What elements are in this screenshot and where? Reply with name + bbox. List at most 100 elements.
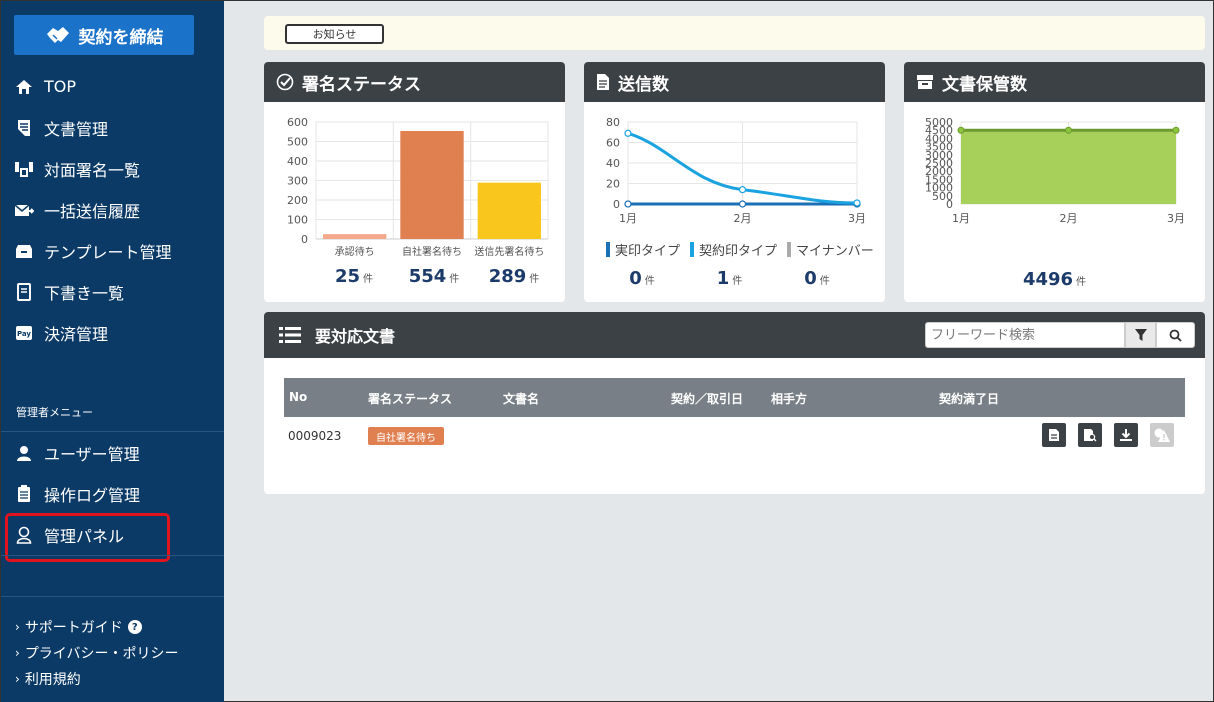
x-tick-label: 1月 xyxy=(952,212,970,225)
sidebar-item-templates[interactable]: テンプレート管理 xyxy=(1,230,224,271)
sidebar-item-payment[interactable]: Pay 決済管理 xyxy=(1,312,224,353)
divider xyxy=(1,555,224,556)
data-point xyxy=(957,126,965,134)
card-header: 署名ステータス xyxy=(264,62,565,102)
stat-own-sign-pending: 554 件 xyxy=(394,266,474,287)
download-button[interactable] xyxy=(1114,423,1138,447)
table-header: No 署名ステータス 文書名 契約／取引日 相手方 契約満了日 xyxy=(284,378,1185,417)
y-tick-label: 400 xyxy=(287,155,308,168)
preview-document-button[interactable] xyxy=(1078,423,1102,447)
storage-stats: 4496 件 xyxy=(904,269,1205,290)
stat-unit: 件 xyxy=(529,274,540,285)
sidebar-item-documents[interactable]: 文書管理 xyxy=(1,107,224,148)
y-tick-label: 0 xyxy=(613,198,620,211)
y-tick-label: 0 xyxy=(301,233,308,246)
stat-value: 25 xyxy=(334,266,361,287)
user-icon xyxy=(14,443,34,463)
view-document-button[interactable] xyxy=(1042,423,1066,447)
divider xyxy=(1,596,224,597)
stat-pending-approval: 25 件 xyxy=(314,266,394,287)
search-input[interactable] xyxy=(925,322,1125,348)
download-icon xyxy=(1120,429,1132,441)
col-status[interactable]: 署名ステータス xyxy=(368,390,452,407)
col-contract-date[interactable]: 契約／取引日 xyxy=(671,390,743,407)
y-tick-label: 5000 xyxy=(925,116,953,129)
home-icon xyxy=(14,77,34,97)
search-button[interactable] xyxy=(1156,322,1195,348)
sign-status-stats: 25 件 554 件 289 件 xyxy=(314,266,554,287)
sidebar-item-top[interactable]: TOP xyxy=(1,66,224,107)
x-tick-label: 承認待ち xyxy=(335,245,375,258)
terms-link[interactable]: › 利用規約 xyxy=(15,666,179,692)
bar xyxy=(477,182,541,239)
x-tick-label: 3月 xyxy=(848,212,866,225)
create-contract-button[interactable]: 契約を締結 xyxy=(14,15,194,55)
stat-value: 0 xyxy=(629,268,642,289)
sidebar-item-user-management[interactable]: ユーザー管理 xyxy=(1,432,224,473)
legend-label: マイナンバー xyxy=(796,244,874,259)
send-count-legend: 実印タイプ 契約印タイプ マイナンバー xyxy=(606,240,884,259)
data-point xyxy=(1172,126,1180,134)
data-point xyxy=(624,129,632,137)
bar xyxy=(323,234,387,239)
sidebar-item-label: 決済管理 xyxy=(44,324,109,344)
stat-value: 1 xyxy=(716,268,730,289)
col-doc-name[interactable]: 文書名 xyxy=(503,390,539,407)
stat-unit: 件 xyxy=(644,276,655,287)
card-title: 署名ステータス xyxy=(302,74,421,95)
stat-storage-total: 4496 件 xyxy=(1023,269,1086,290)
x-tick-label: 自社署名待ち xyxy=(402,245,462,258)
col-counterparty[interactable]: 相手方 xyxy=(771,390,807,407)
legend-label: 契約印タイプ xyxy=(699,244,778,259)
sidebar-item-label: 文書管理 xyxy=(44,119,109,139)
bulk-send-icon xyxy=(14,200,34,220)
storage-card: 文書保管数 0 500 1000 1500 2000 2500 3000 3500 4000 45… xyxy=(904,62,1205,302)
search-box xyxy=(925,322,1195,348)
sidebar-item-label: 一括送信履歴 xyxy=(44,201,141,221)
x-tick-label: 2月 xyxy=(1060,212,1078,225)
notice-bar: お知らせ xyxy=(264,16,1205,50)
document-icon xyxy=(596,73,610,91)
sidebar-item-operation-log[interactable]: 操作ログ管理 xyxy=(1,473,224,514)
support-guide-link[interactable]: › サポートガイド? xyxy=(15,614,179,640)
col-no[interactable]: No xyxy=(289,390,307,404)
stat-unit: 件 xyxy=(449,274,460,285)
sidebar-item-label: TOP xyxy=(44,77,77,96)
privacy-policy-link[interactable]: › プライバシー・ポリシー xyxy=(15,640,179,666)
storage-chart: 0500100015002000250030003500400045005000… xyxy=(925,116,1185,225)
search-icon xyxy=(1169,329,1182,342)
sidebar-item-bulk-send[interactable]: 一括送信履歴 xyxy=(1,189,224,230)
notice-button[interactable]: お知らせ xyxy=(285,24,384,44)
support-guide-label: サポートガイド xyxy=(24,620,123,636)
privacy-policy-label: プライバシー・ポリシー xyxy=(24,646,179,662)
sidebar-item-label: 操作ログ管理 xyxy=(44,485,141,505)
send-count-card: 送信数 0 20 40 60 80 1月 2月 3月 実印タイプ 契約印タイプ マイナンバー … xyxy=(584,62,885,302)
chevron-right-icon: › xyxy=(15,646,20,660)
draft-icon xyxy=(14,282,34,302)
y-tick-label: 80 xyxy=(606,116,620,129)
x-tick-label: 送信先署名待ち xyxy=(474,245,544,258)
alert-settings-button[interactable] xyxy=(1150,423,1174,447)
filter-icon xyxy=(1134,329,1147,341)
y-tick-label: 600 xyxy=(287,116,308,129)
x-tick-label: 1月 xyxy=(619,212,637,225)
stat-unit: 件 xyxy=(1076,277,1087,288)
col-expiry-date[interactable]: 契約満了日 xyxy=(939,390,999,407)
sidebar-item-drafts[interactable]: 下書き一覧 xyxy=(1,271,224,312)
card-title: 送信数 xyxy=(618,74,669,95)
y-tick-label: 40 xyxy=(606,157,620,170)
stat-mynumber: 0件 xyxy=(777,268,857,289)
sidebar-item-label: 下書き一覧 xyxy=(44,283,125,303)
y-tick-label: 300 xyxy=(287,175,308,188)
create-contract-label: 契約を締結 xyxy=(78,27,164,48)
sidebar-item-face-sign[interactable]: 対面署名一覧 xyxy=(1,148,224,189)
table-row[interactable]: 0009023 自社署名待ち xyxy=(284,422,1185,452)
stat-keiyaku: 1件 xyxy=(682,268,777,289)
filter-button[interactable] xyxy=(1125,322,1156,348)
payment-icon: Pay xyxy=(14,323,34,343)
sidebar-item-label: ユーザー管理 xyxy=(44,444,140,464)
template-icon xyxy=(14,241,34,261)
chevron-right-icon: › xyxy=(15,620,20,634)
y-tick-label: 500 xyxy=(287,136,308,149)
stat-value: 289 xyxy=(488,266,527,287)
